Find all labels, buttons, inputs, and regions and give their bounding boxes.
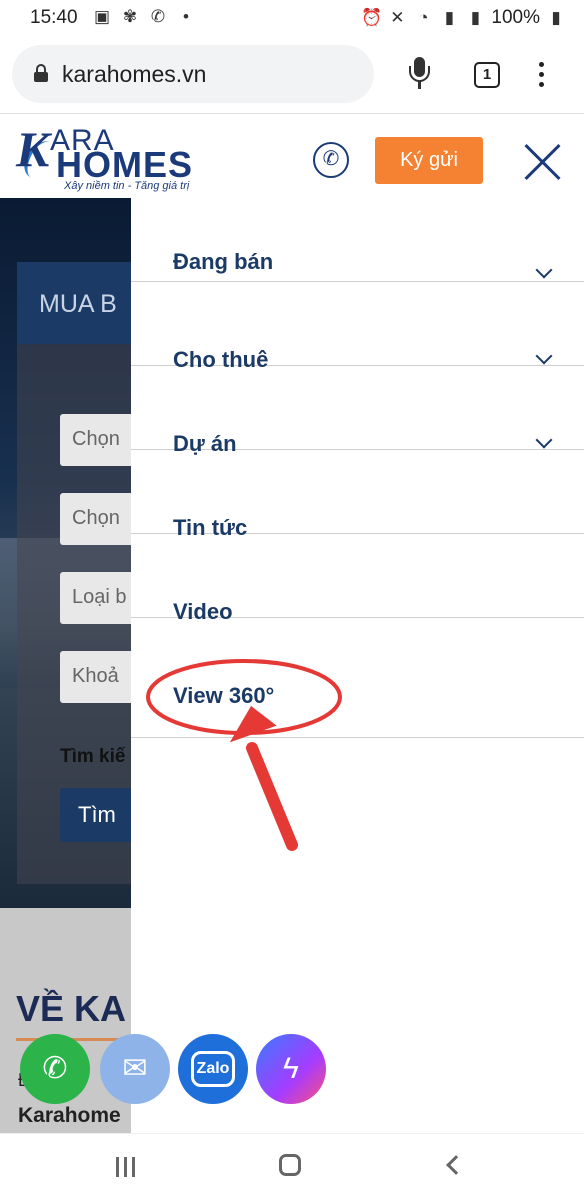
viber-icon: ✆ [150,7,166,26]
system-icons: ⏰ ✕ ◔ ▮ ▮ 100% ▮ [361,7,566,29]
site-header: K ARA HOMES Xây niềm tin - Tăng giá trị … [0,114,584,198]
select-field-2[interactable]: Chọn [60,493,131,545]
status-time: 15:40 [30,7,78,28]
alarm-icon: ⏰ [361,8,383,27]
battery-icon: ▮ [551,8,561,27]
menu-item-label: Đang bán [173,249,274,274]
select-field-4[interactable]: Khoả [60,651,131,703]
chevron-down-icon[interactable] [535,431,553,449]
signal-icon-2: ▮ [470,8,481,27]
logo-k: K [16,121,50,177]
mute-icon: ✕ [390,8,405,27]
side-menu: Đang bán Cho thuê Dự án Tin tức Video Vi… [131,198,584,1133]
recent-apps-icon[interactable] [116,1157,138,1177]
select-field-1[interactable]: Chọn [60,414,131,466]
email-button[interactable]: ✉ [100,1034,170,1104]
url-text[interactable]: karahomes.vn [62,61,206,88]
advanced-search-label[interactable]: Tìm kiế [60,746,125,768]
app-notification-icon: ✾ [122,7,138,26]
address-bar[interactable]: karahomes.vn [12,45,374,103]
home-icon[interactable] [279,1154,301,1176]
dot-icon: • [183,7,189,26]
logo-slogan: Xây niềm tin - Tăng giá trị [64,180,190,192]
wifi-icon: ◔ [418,8,429,27]
about-title: VỀ KA [16,988,127,1029]
phone-icon[interactable]: ✆ [313,142,349,178]
zalo-icon: Zalo [191,1051,235,1087]
background-page: MUA B Chọn Chọn Loại b Khoả Tìm kiế Tìm … [0,198,131,1133]
messenger-icon: ϟ [283,1052,299,1085]
status-bar: 15:40 ▣ ✾ ✆ • ⏰ ✕ ◔ ▮ ▮ 100% ▮ [0,0,584,36]
call-button[interactable]: ✆ [20,1034,90,1104]
close-menu-icon[interactable] [522,142,562,182]
menu-item-video[interactable]: Video [131,534,584,624]
menu-item-view-360[interactable]: View 360° [131,618,584,738]
more-options-icon[interactable] [538,62,546,90]
menu-item-dang-ban[interactable]: Đang bán [131,198,584,282]
lock-icon [34,64,48,82]
system-navigation-bar [0,1133,584,1200]
notification-icons: ▣ ✾ ✆ • [92,8,196,26]
image-icon: ▣ [93,7,111,26]
karahomes-logo[interactable]: K ARA HOMES Xây niềm tin - Tăng giá trị [16,120,216,192]
select-field-3[interactable]: Loại b [60,572,131,624]
microphone-icon[interactable] [405,57,433,91]
battery-percent: 100% [491,7,540,28]
menu-item-tin-tuc[interactable]: Tin tức [131,450,584,540]
browser-toolbar: karahomes.vn 1 [0,36,584,114]
tab-switcher-button[interactable]: 1 [474,62,500,88]
messenger-button[interactable]: ϟ [256,1034,326,1104]
back-icon[interactable] [446,1155,466,1175]
zalo-button[interactable]: Zalo [178,1034,248,1104]
about-brand: Karahome [18,1104,121,1127]
chevron-down-icon[interactable] [535,261,553,279]
menu-item-label: View 360° [173,683,275,708]
search-panel-title: MUA B [17,262,131,344]
chevron-down-icon[interactable] [535,347,553,365]
search-button[interactable]: Tìm [60,788,131,842]
phone-icon: ✆ [42,1052,68,1085]
signal-icon: ▮ [444,8,455,27]
mail-icon: ✉ [122,1052,148,1085]
menu-item-cho-thue[interactable]: Cho thuê [131,282,584,372]
menu-item-du-an[interactable]: Dự án [131,366,584,456]
consign-button[interactable]: Ký gửi [375,137,483,184]
